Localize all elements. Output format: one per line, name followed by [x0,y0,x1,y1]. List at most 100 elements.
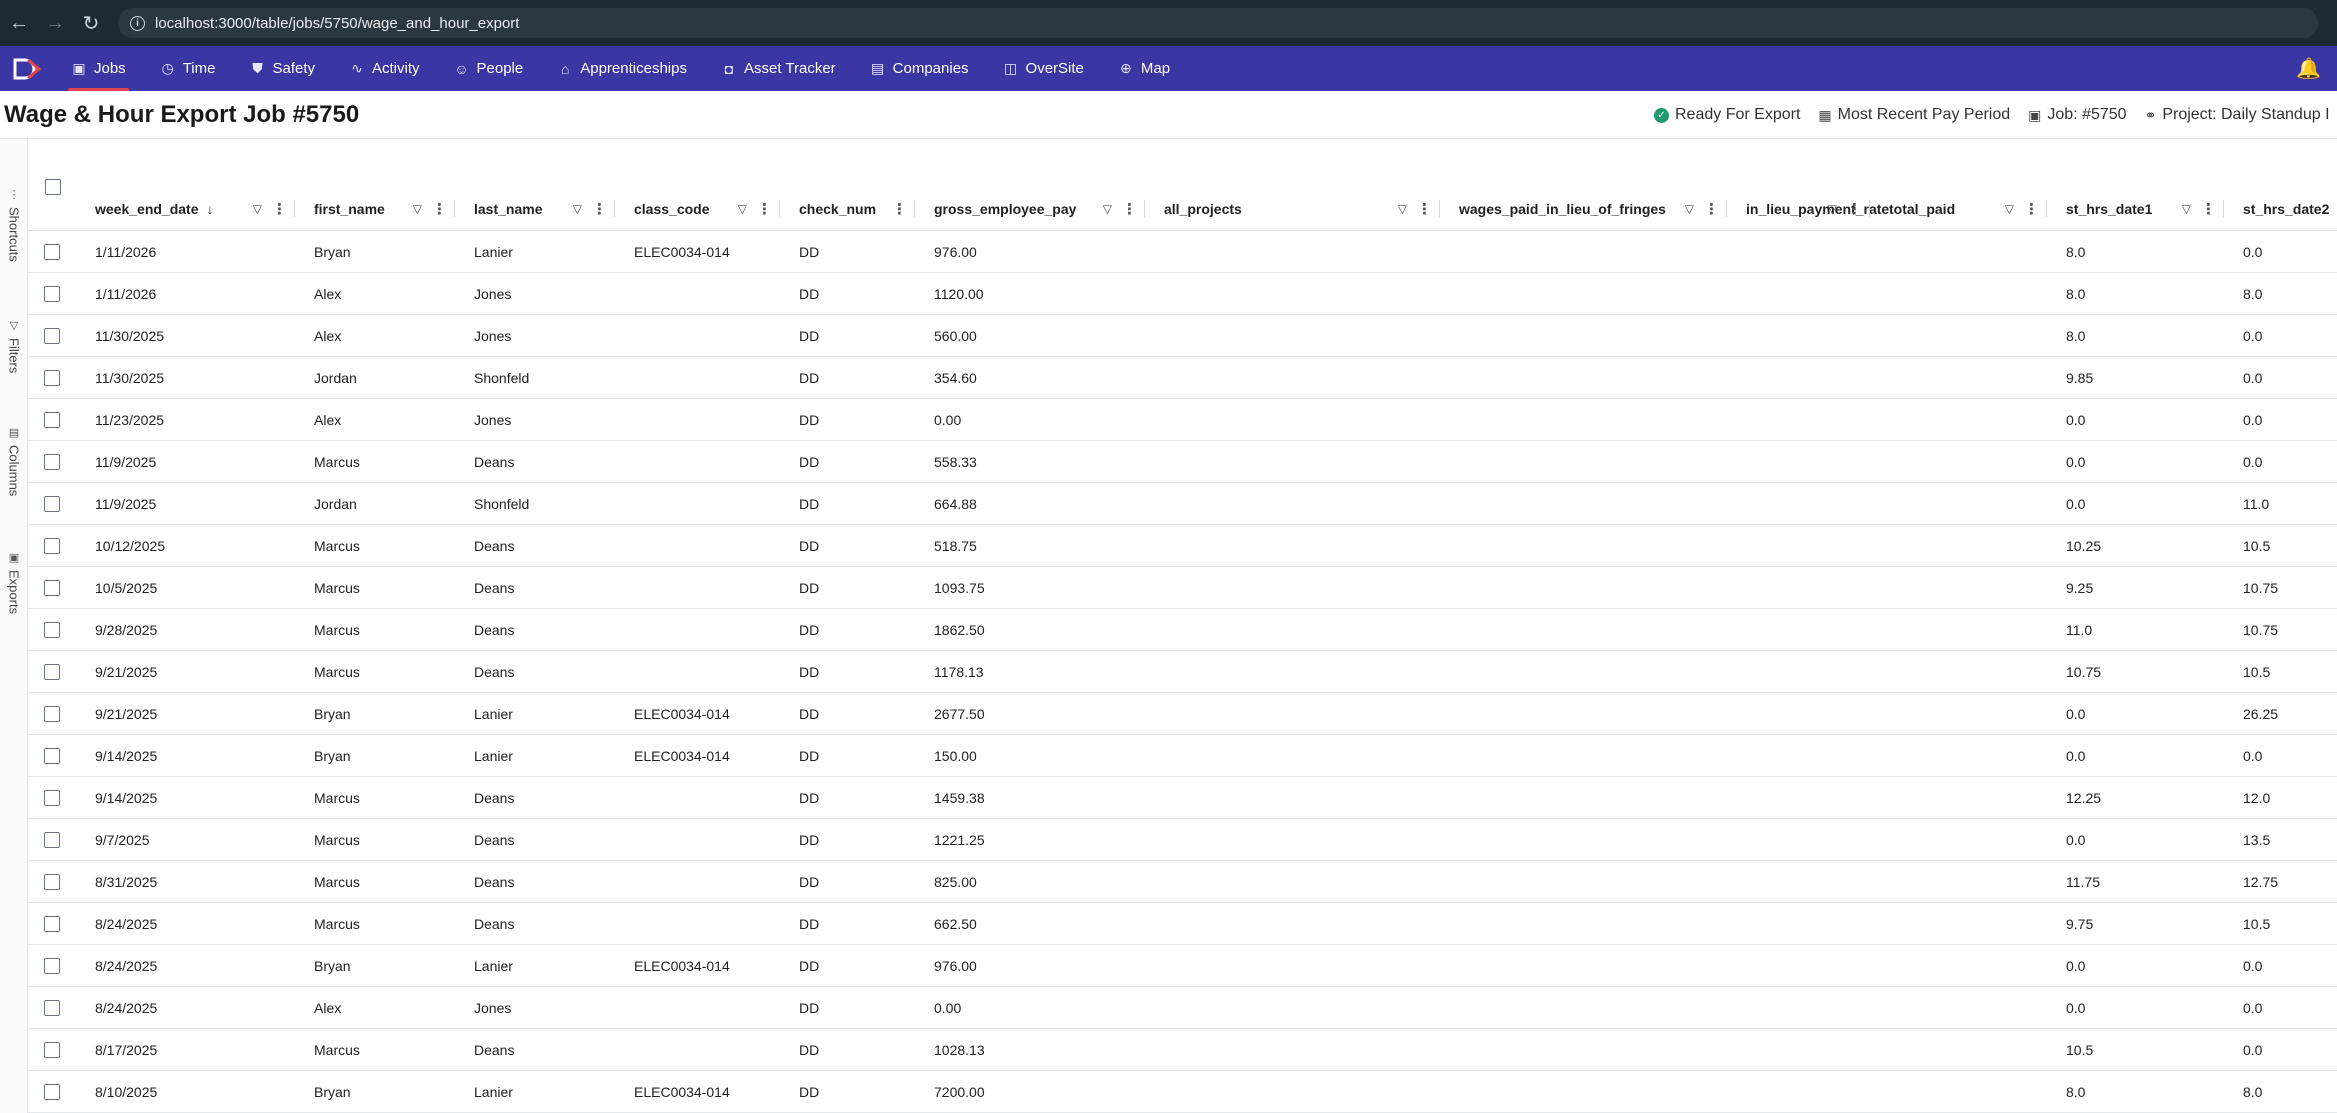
nav-item-companies[interactable]: ▤ Companies [853,46,986,91]
row-checkbox[interactable] [44,1000,60,1021]
nav-item-jobs[interactable]: ▣ Jobs [54,46,143,91]
nav-item-map[interactable]: ⊕ Map [1101,46,1187,91]
row-checkbox[interactable] [44,706,60,727]
status-chip-label: Ready For Export [1675,106,1801,123]
row-checkbox[interactable] [44,412,60,433]
row-checkbox[interactable] [44,496,60,517]
table-row[interactable]: 8/17/2025 Marcus Deans DD 1028.13 10.5 0.0 [28,1029,2337,1071]
row-checkbox[interactable] [44,580,60,601]
row-checkbox[interactable] [44,622,60,643]
table-row[interactable]: 9/14/2025 Marcus Deans DD 1459.38 12.25 12.0 [28,777,2337,819]
rail-item-exports[interactable]: ▣ Exports [0,551,28,614]
column-menu-icon[interactable]: ⋮ [1417,200,1432,218]
nav-item-activity[interactable]: ∿ Activity [332,46,437,91]
table-row[interactable]: 8/10/2025 Bryan Lanier ELEC0034-014 DD 7200.0… [28,1071,2337,1113]
column-header-class_code[interactable]: class_code ▽ ⋮ [615,186,780,231]
row-checkbox[interactable] [44,832,60,853]
row-checkbox[interactable] [44,790,60,811]
table-row[interactable]: 9/28/2025 Marcus Deans DD 1862.50 11.0 10.75 [28,609,2337,651]
address-bar[interactable]: i localhost:3000/table/jobs/5750/wage_an… [118,8,2318,38]
forward-arrow-icon[interactable]: → [38,6,72,40]
table-row[interactable]: 9/14/2025 Bryan Lanier ELEC0034-014 DD 150.00… [28,735,2337,777]
column-menu-icon[interactable]: ⋮ [1122,200,1137,218]
table-row[interactable]: 1/11/2026 Bryan Lanier ELEC0034-014 DD 976.00… [28,231,2337,273]
column-header-check_num[interactable]: check_num ⋮ [780,186,915,231]
row-checkbox[interactable] [44,664,60,685]
column-header-gross_employee_pay[interactable]: gross_employee_pay ▽ ⋮ [915,186,1145,231]
notification-bell-icon[interactable]: 🔔 [2296,56,2321,81]
table-row[interactable]: 11/23/2025 Alex Jones DD 0.00 0.0 0.0 [28,399,2337,441]
column-header-all_projects[interactable]: all_projects ▽ ⋮ [1145,186,1440,231]
back-arrow-icon[interactable]: ← [2,6,36,40]
cell-first_name: Marcus [314,622,360,638]
table-row[interactable]: 11/9/2025 Marcus Deans DD 558.33 0.0 0.0 [28,441,2337,483]
table-row[interactable]: 11/30/2025 Jordan Shonfeld DD 354.60 9.85 0.0 [28,357,2337,399]
nav-item-people[interactable]: ☺ People [437,46,541,91]
table-row[interactable]: 9/21/2025 Bryan Lanier ELEC0034-014 DD 2677.5… [28,693,2337,735]
filter-icon[interactable]: ▽ [2182,202,2191,216]
row-checkbox[interactable] [44,244,60,265]
filter-icon[interactable]: ▽ [253,202,262,216]
table-row[interactable]: 10/5/2025 Marcus Deans DD 1093.75 9.25 10.75 [28,567,2337,609]
filter-icon[interactable]: ▽ [1398,202,1407,216]
column-header-last_name[interactable]: last_name ▽ ⋮ [455,186,615,231]
table-row[interactable]: 1/11/2026 Alex Jones DD 1120.00 8.0 8.0 [28,273,2337,315]
table-row[interactable]: 8/24/2025 Bryan Lanier ELEC0034-014 DD 976.00… [28,945,2337,987]
filter-icon[interactable]: ▽ [1685,202,1694,216]
nav-item-apprenticeships[interactable]: ⌂ Apprenticeships [540,46,704,91]
row-checkbox[interactable] [44,1084,60,1105]
column-menu-icon[interactable]: ⋮ [2024,200,2039,218]
table-row[interactable]: 8/24/2025 Marcus Deans DD 662.50 9.75 10.5 [28,903,2337,945]
app-logo[interactable] [0,46,54,91]
row-checkbox[interactable] [44,454,60,475]
column-header-st_hrs_date1[interactable]: st_hrs_date1 ▽ ⋮ [2047,186,2224,231]
filter-icon[interactable]: ▽ [413,202,422,216]
column-header-st_hrs_date2[interactable]: st_hrs_date2▽⋮ [2224,186,2337,231]
table-row[interactable]: 9/21/2025 Marcus Deans DD 1178.13 10.75 10.5 [28,651,2337,693]
table-row[interactable]: 8/24/2025 Alex Jones DD 0.00 0.0 0.0 [28,987,2337,1029]
column-menu-icon[interactable]: ⋮ [1847,200,1862,218]
column-header-first_name[interactable]: first_name ▽ ⋮ [295,186,455,231]
filter-icon[interactable]: ▽ [1828,202,1837,216]
column-header-week_end_date[interactable]: week_end_date ↓ ▽ ⋮ [76,186,295,231]
nav-item-oversite[interactable]: ◫ OverSite [986,46,1101,91]
row-checkbox[interactable] [44,370,60,391]
sort-desc-icon[interactable]: ↓ [207,201,214,217]
nav-item-safety[interactable]: ⛊ Safety [232,46,332,91]
rail-item-shortcuts[interactable]: ⋮ Shortcuts [0,188,28,262]
column-menu-icon[interactable]: ⋮ [1704,200,1719,218]
row-checkbox[interactable] [44,286,60,307]
reload-icon[interactable]: ↻ [74,6,108,40]
row-checkbox[interactable] [44,958,60,979]
column-header-total_paid[interactable]: total_paid ▽ ⋮ [1870,186,2047,231]
column-header-wages_paid_in_lieu_of_fringes[interactable]: wages_paid_in_lieu_of_fringes ▽ ⋮ [1440,186,1727,231]
column-header-in_lieu_payment_rate[interactable]: in_lieu_payment_rate ▽ ⋮ [1727,186,1889,231]
table-row[interactable]: 9/7/2025 Marcus Deans DD 1221.25 0.0 13.5 [28,819,2337,861]
filter-icon[interactable]: ▽ [573,202,582,216]
row-checkbox[interactable] [44,874,60,895]
row-checkbox[interactable] [44,538,60,559]
filter-icon[interactable]: ▽ [738,202,747,216]
column-menu-icon[interactable]: ⋮ [757,200,772,218]
row-checkbox[interactable] [44,1042,60,1063]
rail-item-filters[interactable]: ▽ Filters [0,319,28,373]
filter-icon[interactable]: ▽ [1103,202,1112,216]
column-menu-icon[interactable]: ⋮ [592,200,607,218]
nav-item-asset-tracker[interactable]: ◘ Asset Tracker [704,46,853,91]
column-menu-icon[interactable]: ⋮ [432,200,447,218]
row-checkbox[interactable] [44,328,60,349]
row-checkbox[interactable] [44,916,60,937]
rail-item-columns[interactable]: ▤ Columns [0,426,28,496]
table-row[interactable]: 11/30/2025 Alex Jones DD 560.00 8.0 0.0 [28,315,2337,357]
column-menu-icon[interactable]: ⋮ [892,200,907,218]
nav-item-time[interactable]: ◷ Time [143,46,233,91]
site-info-icon[interactable]: i [130,15,145,31]
table-row[interactable]: 11/9/2025 Jordan Shonfeld DD 664.88 0.0 11.0 [28,483,2337,525]
cell-st_hrs_date1: 10.25 [2066,538,2102,554]
row-checkbox[interactable] [44,748,60,769]
table-row[interactable]: 8/31/2025 Marcus Deans DD 825.00 11.75 12.75 [28,861,2337,903]
filter-icon[interactable]: ▽ [2005,202,2014,216]
table-row[interactable]: 10/12/2025 Marcus Deans DD 518.75 10.25 10.5 [28,525,2337,567]
column-menu-icon[interactable]: ⋮ [272,200,287,218]
column-menu-icon[interactable]: ⋮ [2201,200,2216,218]
